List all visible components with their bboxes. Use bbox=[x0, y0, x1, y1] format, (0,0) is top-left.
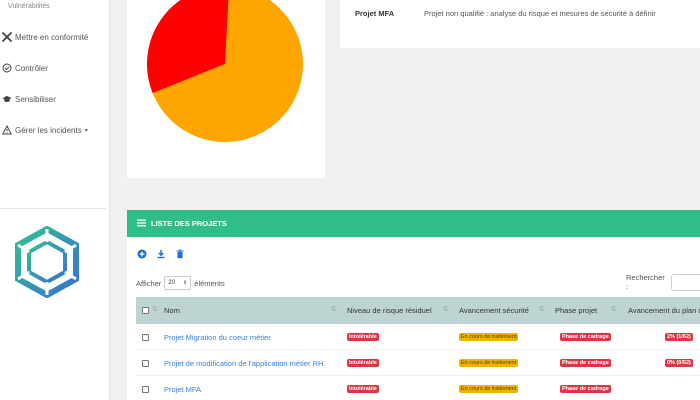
project-description: Projet non qualifié : analyse du risque … bbox=[424, 9, 656, 18]
table-header: ⇅ Nom ⇅ Niveau de risque résiduel ⇅ Avan… bbox=[136, 297, 700, 324]
length-suffix: éléments bbox=[194, 278, 225, 288]
risk-badge: Intolérable bbox=[347, 385, 379, 393]
toolbar bbox=[137, 249, 185, 259]
sidebar-divider bbox=[0, 208, 106, 209]
length-control: Afficher 20 ⇕ éléments bbox=[136, 276, 225, 290]
length-select-value: 20 bbox=[168, 280, 175, 286]
select-all-checkbox[interactable] bbox=[142, 307, 149, 314]
list-icon bbox=[137, 219, 146, 229]
progress-badge: En cours de traitement bbox=[459, 333, 519, 341]
trash-icon bbox=[176, 249, 184, 259]
sidebar-item-vulnerabilites-partial[interactable]: Vulnérabilités bbox=[8, 3, 50, 10]
graduation-cap-icon bbox=[2, 94, 12, 104]
caret-down-icon: ▾ bbox=[84, 127, 88, 134]
table-row: Projet de modification de l'application … bbox=[136, 350, 700, 376]
sidebar-item-gerer-les-incidents[interactable]: Gérer les incidents ▾ bbox=[2, 125, 88, 135]
plus-circle-icon bbox=[137, 249, 147, 259]
sidebar: Vulnérabilités Mettre en conformité Cont… bbox=[0, 0, 110, 400]
column-header-phase[interactable]: Phase projet bbox=[555, 297, 597, 324]
length-prefix: Afficher bbox=[136, 278, 162, 288]
column-header-avancement-securite[interactable]: Avancement sécurité bbox=[459, 297, 529, 324]
project-link[interactable]: Projet de modification de l'application … bbox=[164, 359, 323, 368]
sidebar-item-label: Mettre en conformité bbox=[15, 32, 89, 42]
risk-badge: Intolérable bbox=[347, 333, 379, 341]
download-button[interactable] bbox=[156, 249, 166, 259]
project-link[interactable]: Projet MFA bbox=[164, 385, 201, 394]
sidebar-item-mettre-en-conformite[interactable]: Mettre en conformité bbox=[2, 32, 88, 42]
sidebar-item-label: Contrôler bbox=[15, 63, 48, 73]
search-input[interactable] bbox=[670, 273, 700, 291]
project-link[interactable]: Projet Migration du coeur métier bbox=[164, 333, 271, 342]
delete-button[interactable] bbox=[175, 249, 185, 259]
risk-badge: Intolérable bbox=[347, 359, 379, 367]
logo bbox=[15, 226, 79, 298]
select-all-cell bbox=[142, 297, 149, 324]
table-row: Projet Migration du coeur métier Intolér… bbox=[136, 324, 700, 350]
column-header-avancement-plan[interactable]: Avancement du plan d bbox=[628, 297, 700, 324]
column-header-risque[interactable]: Niveau de risque résiduel bbox=[347, 297, 432, 324]
search-label: Rechercher : bbox=[626, 273, 665, 291]
phase-badge: Phase de cadrage bbox=[560, 333, 611, 341]
pie-chart bbox=[147, 0, 303, 142]
sort-icon: ⇅ bbox=[539, 306, 545, 313]
plan-badge: 0% (0/52) bbox=[665, 359, 693, 367]
plan-badge: 2% (1/62) bbox=[665, 333, 693, 341]
project-info-card: Projet MFA Projet non qualifié : analyse… bbox=[340, 0, 700, 48]
progress-badge: En cours de traitement bbox=[459, 359, 519, 367]
sidebar-item-controler[interactable]: Contrôler bbox=[2, 63, 48, 73]
phase-badge: Phase de cadrage bbox=[560, 359, 611, 367]
warning-icon bbox=[2, 125, 12, 135]
select-arrows-icon: ⇕ bbox=[183, 280, 188, 286]
check-circle-icon bbox=[2, 63, 12, 73]
sort-icon: ⇅ bbox=[331, 306, 337, 313]
phase-badge: Phase de cadrage bbox=[560, 385, 611, 393]
length-select[interactable]: 20 ⇕ bbox=[164, 276, 192, 290]
project-name: Projet MFA bbox=[355, 9, 395, 18]
search-control: Rechercher : bbox=[626, 273, 700, 291]
download-icon bbox=[157, 250, 165, 259]
projects-list-card: LISTE DES PROJETS Afficher 20 ⇕ éléments… bbox=[127, 210, 700, 400]
sort-icon: ⇅ bbox=[443, 306, 449, 313]
pie-chart-card bbox=[127, 0, 325, 178]
row-checkbox[interactable] bbox=[142, 359, 149, 367]
sidebar-item-label: Gérer les incidents bbox=[15, 125, 82, 135]
tools-icon bbox=[2, 32, 12, 42]
sidebar-item-label: Sensibiliser bbox=[15, 94, 56, 104]
row-checkbox[interactable] bbox=[142, 385, 149, 393]
sort-icon: ⇅ bbox=[152, 306, 158, 313]
row-checkbox[interactable] bbox=[142, 333, 149, 341]
list-title: LISTE DES PROJETS bbox=[151, 219, 227, 228]
progress-badge: En cours de traitement bbox=[459, 385, 519, 393]
table-row: Projet MFA Intolérable En cours de trait… bbox=[136, 376, 700, 400]
column-header-nom[interactable]: Nom bbox=[164, 297, 180, 324]
add-button[interactable] bbox=[137, 249, 147, 259]
sort-icon: ⇅ bbox=[611, 306, 617, 313]
list-header: LISTE DES PROJETS bbox=[127, 210, 700, 237]
sidebar-item-sensibiliser[interactable]: Sensibiliser bbox=[2, 94, 56, 104]
